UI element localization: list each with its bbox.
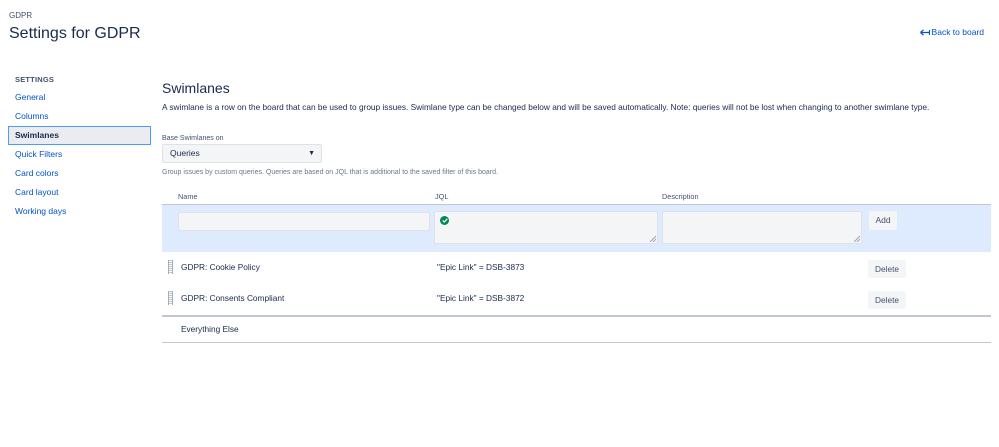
column-header-jql: JQL xyxy=(435,192,449,201)
help-text: Group issues by custom queries. Queries … xyxy=(162,169,498,176)
default-swimlane: Everything Else xyxy=(181,324,239,334)
swimlane-jql[interactable]: "Epic Link" = DSB-3872 xyxy=(437,293,524,303)
drag-handle-icon[interactable] xyxy=(168,260,173,274)
sidebar-item-columns[interactable]: Columns xyxy=(8,107,151,126)
swimlane-row: GDPR: Cookie Policy "Epic Link" = DSB-38… xyxy=(162,252,991,283)
sidebar-item-card-colors[interactable]: Card colors xyxy=(8,164,151,183)
section-title: Swimlanes xyxy=(162,80,230,96)
swimlane-name[interactable]: GDPR: Consents Compliant xyxy=(181,293,284,303)
add-swimlane-button[interactable]: Add xyxy=(869,211,897,230)
new-swimlane-jql-input[interactable] xyxy=(434,211,658,244)
drag-handle-icon[interactable] xyxy=(168,291,173,305)
base-swimlanes-select[interactable]: Queries ▼ xyxy=(162,144,322,163)
sidebar-item-working-days[interactable]: Working days xyxy=(8,202,151,221)
swimlane-jql[interactable]: "Epic Link" = DSB-3873 xyxy=(437,262,524,272)
resize-grip-icon[interactable] xyxy=(854,236,860,242)
section-description: A swimlane is a row on the board that ca… xyxy=(162,102,930,112)
settings-sidebar: SETTINGS General Columns Swimlanes Quick… xyxy=(8,72,151,221)
sidebar-heading: SETTINGS xyxy=(15,75,55,84)
page-title: Settings for GDPR xyxy=(9,25,141,42)
divider xyxy=(162,315,991,317)
divider xyxy=(162,342,991,343)
new-swimlane-description-input[interactable] xyxy=(662,211,862,244)
back-to-board-link[interactable]: Back to board xyxy=(919,27,984,37)
sidebar-item-card-layout[interactable]: Card layout xyxy=(8,183,151,202)
dropdown-arrow-icon: ▼ xyxy=(308,150,315,157)
column-header-name: Name xyxy=(178,192,198,201)
base-swimlanes-value: Queries xyxy=(170,148,200,158)
sidebar-item-swimlanes[interactable]: Swimlanes xyxy=(8,126,151,145)
base-swimlanes-label: Base Swimlanes on xyxy=(162,135,224,142)
sidebar-item-quick-filters[interactable]: Quick Filters xyxy=(8,145,151,164)
delete-swimlane-button[interactable]: Delete xyxy=(868,291,906,309)
column-header-description: Description xyxy=(662,192,699,201)
swimlane-row: GDPR: Consents Compliant "Epic Link" = D… xyxy=(162,283,991,314)
back-to-board-label: Back to board xyxy=(931,27,984,37)
swimlane-name[interactable]: GDPR: Cookie Policy xyxy=(181,262,260,272)
arrow-left-icon xyxy=(919,28,930,36)
sidebar-item-general[interactable]: General xyxy=(8,88,151,107)
new-swimlane-name-input[interactable] xyxy=(178,212,430,231)
swimlanes-panel: Swimlanes A swimlane is a row on the boa… xyxy=(162,80,992,343)
resize-grip-icon[interactable] xyxy=(650,236,656,242)
add-swimlane-row: Add xyxy=(162,204,991,252)
delete-swimlane-button[interactable]: Delete xyxy=(868,260,906,278)
check-circle-icon xyxy=(440,216,449,225)
breadcrumb[interactable]: GDPR xyxy=(9,11,32,20)
